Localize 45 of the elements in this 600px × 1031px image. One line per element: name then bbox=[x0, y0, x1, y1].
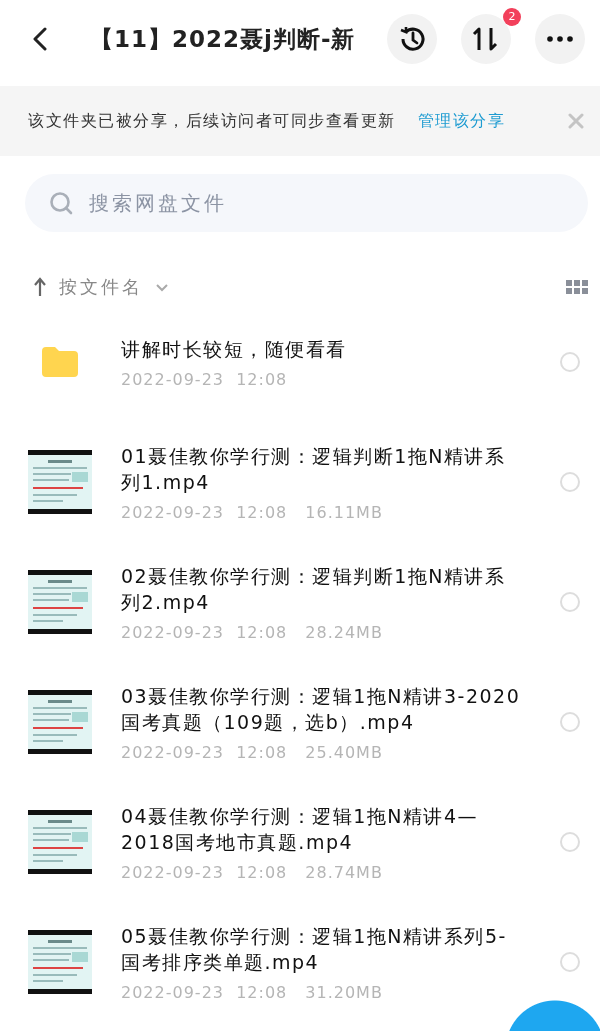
file-size: 31.20MB bbox=[305, 982, 383, 1002]
file-date: 2022-09-23 12:08 bbox=[121, 369, 288, 389]
file-size: 25.40MB bbox=[305, 742, 383, 762]
folder-icon bbox=[42, 347, 78, 377]
file-name: 05聂佳教你学行测：逻辑1拖N精讲系列5-国考排序类单题.mp4 bbox=[121, 923, 508, 975]
file-row[interactable]: 01聂佳教你学行测：逻辑判断1拖N精讲系列1.mp4 2022-09-23 12:08 16.11MB bbox=[0, 422, 600, 542]
file-row[interactable]: 讲解时长较短，随便看看 2022-09-23 12:08 bbox=[0, 302, 600, 422]
history-button[interactable] bbox=[387, 14, 437, 64]
up-arrow-icon bbox=[33, 277, 47, 297]
file-size: 16.11MB bbox=[305, 502, 383, 522]
file-name: 04聂佳教你学行测：逻辑1拖N精讲4—2018国考地市真题.mp4 bbox=[121, 803, 480, 855]
more-icon bbox=[547, 36, 573, 42]
file-size: 28.74MB bbox=[305, 862, 383, 882]
select-checkbox[interactable] bbox=[560, 712, 580, 732]
close-icon[interactable] bbox=[568, 113, 584, 129]
file-name: 02聂佳教你学行测：逻辑判断1拖N精讲系列2.mp4 bbox=[121, 563, 507, 615]
file-date: 2022-09-23 12:08 bbox=[121, 622, 288, 642]
file-row[interactable]: 02聂佳教你学行测：逻辑判断1拖N精讲系列2.mp4 2022-09-23 12:08 28.24MB bbox=[0, 542, 600, 662]
sort-button[interactable]: 按文件名 bbox=[33, 275, 169, 299]
file-name: 03聂佳教你学行测：逻辑1拖N精讲3-2020国考真题（109题，选b）.mp4 bbox=[121, 683, 521, 735]
file-name: 01聂佳教你学行测：逻辑判断1拖N精讲系列1.mp4 bbox=[121, 443, 507, 495]
file-name: 讲解时长较短，随便看看 bbox=[121, 336, 348, 362]
window-title: 【11】2022聂j判断-新 bbox=[90, 24, 357, 54]
select-checkbox[interactable] bbox=[560, 832, 580, 852]
file-date: 2022-09-23 12:08 bbox=[121, 742, 288, 762]
file-date: 2022-09-23 12:08 bbox=[121, 982, 288, 1002]
banner-message: 该文件夹已被分享，后续访问者可同步查看更新 bbox=[28, 110, 396, 132]
select-checkbox[interactable] bbox=[560, 952, 580, 972]
more-button[interactable] bbox=[535, 14, 585, 64]
file-row[interactable]: 05聂佳教你学行测：逻辑1拖N精讲系列5-国考排序类单题.mp4 2022-09-23 12:08 31.20MB bbox=[0, 902, 600, 1022]
grid-view-icon[interactable] bbox=[566, 280, 588, 294]
select-checkbox[interactable] bbox=[560, 352, 580, 372]
back-icon[interactable] bbox=[32, 27, 48, 51]
select-checkbox[interactable] bbox=[560, 472, 580, 492]
file-row[interactable]: 04聂佳教你学行测：逻辑1拖N精讲4—2018国考地市真题.mp4 2022-09-23 12:08 28.74MB bbox=[0, 782, 600, 902]
chevron-down-icon bbox=[155, 282, 169, 292]
file-size: 28.24MB bbox=[305, 622, 383, 642]
select-checkbox[interactable] bbox=[560, 592, 580, 612]
file-date: 2022-09-23 12:08 bbox=[121, 502, 288, 522]
search-field[interactable]: 搜索网盘文件 bbox=[25, 174, 588, 232]
transfer-button[interactable] bbox=[461, 14, 511, 64]
search-icon bbox=[49, 191, 73, 215]
file-row[interactable]: 03聂佳教你学行测：逻辑1拖N精讲3-2020国考真题（109题，选b）.mp4 2022-09-23 12:08 25.40MB bbox=[0, 662, 600, 782]
file-date: 2022-09-23 12:08 bbox=[121, 862, 288, 882]
notification-badge: 2 bbox=[503, 8, 521, 26]
